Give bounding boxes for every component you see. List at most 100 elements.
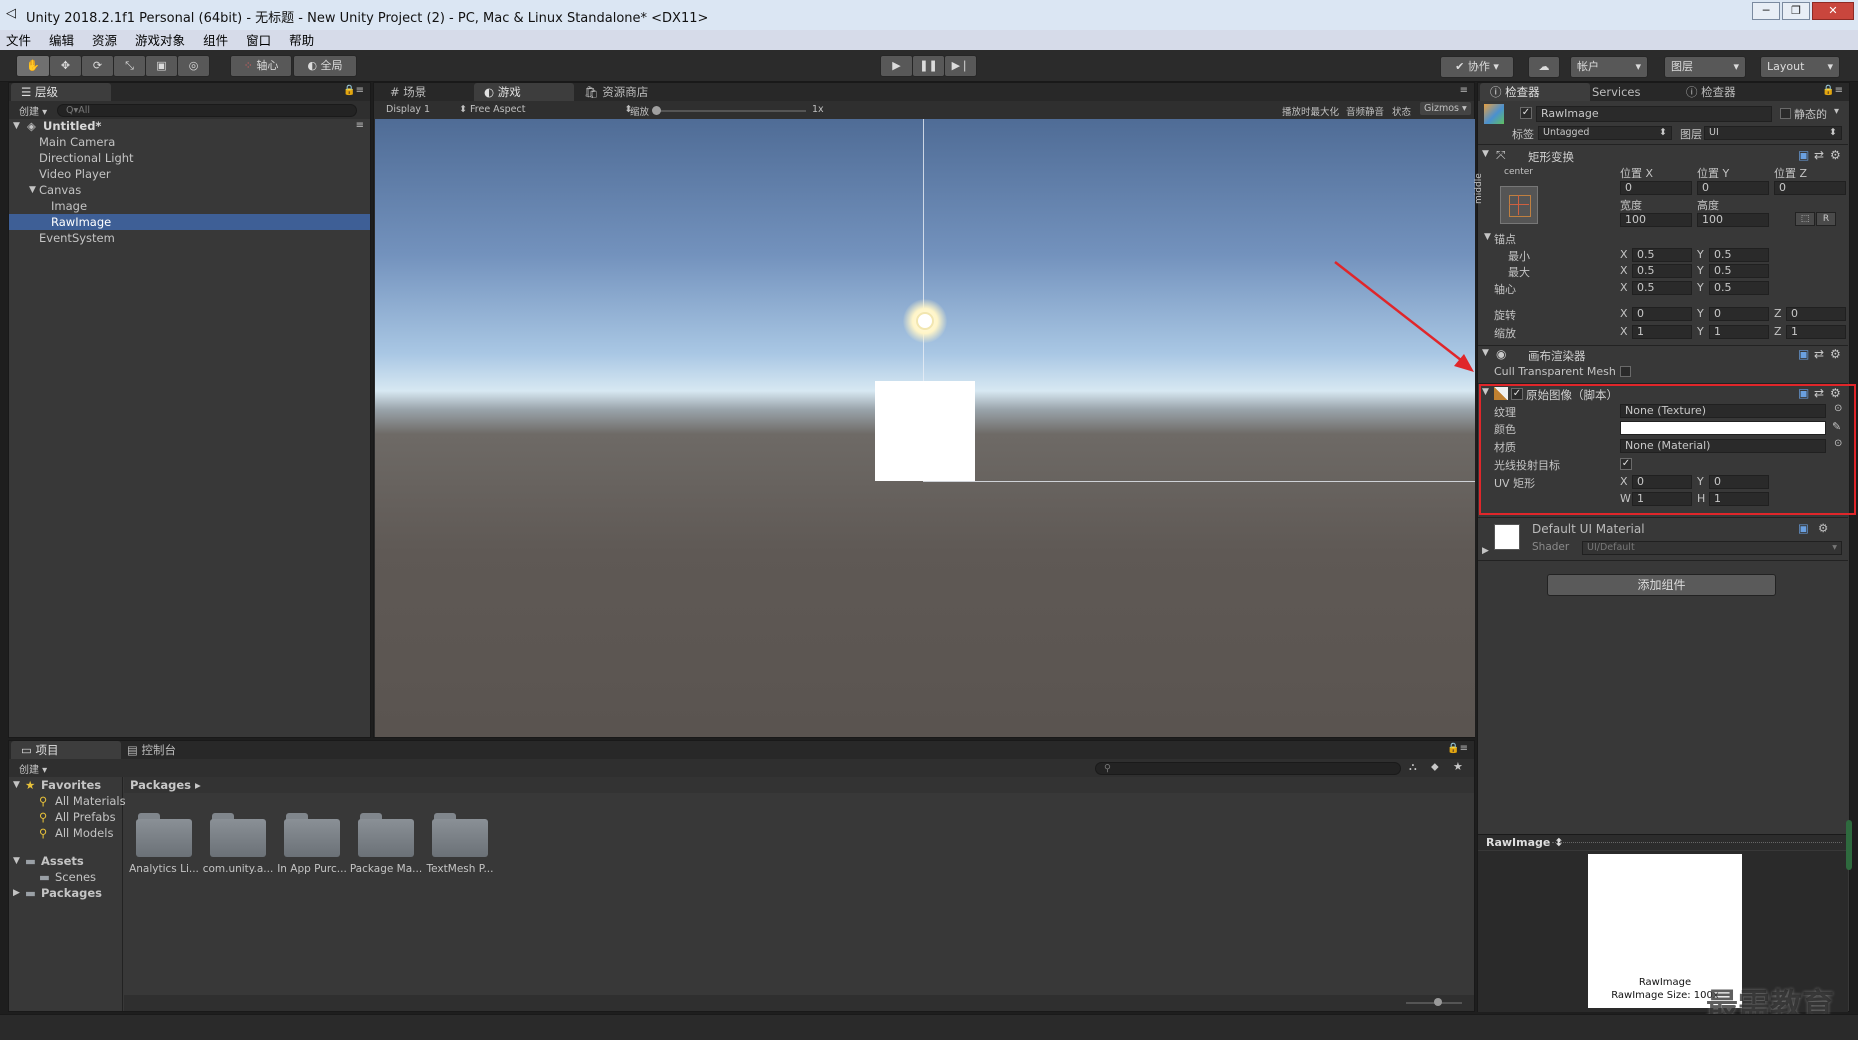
mute-audio-toggle[interactable]: 音频静音 [1346,104,1384,118]
raw-image-enabled-checkbox[interactable]: ✓ [1511,388,1523,400]
raycast-target-checkbox[interactable]: ✓ [1620,458,1632,470]
tab-project[interactable]: ▭ 项目 [11,741,121,759]
display-dropdown[interactable]: Display 1 ⬍ [386,104,467,115]
hierarchy-item[interactable]: RawImage [9,214,370,230]
menu-window[interactable]: 窗口 [237,30,280,49]
filter-type-icon[interactable]: ⛬ [1409,760,1417,774]
menu-gameobject[interactable]: 游戏对象 [126,30,194,49]
rect-transform-header[interactable]: ▼ ⤧ 矩形变换 ▣ ⇄ ⚙ [1478,147,1848,165]
collapse-arrow-icon[interactable]: ▼ [1482,387,1489,397]
tab-scene[interactable]: # 场景 [380,83,480,101]
eyedropper-icon[interactable]: ✎ [1832,420,1841,433]
hierarchy-item[interactable]: Image [9,198,370,214]
cloud-button[interactable]: ☁ [1528,56,1560,78]
collapse-arrow-icon[interactable]: ▼ [1484,232,1491,242]
project-search-input[interactable]: ⚲ [1095,762,1401,775]
shader-dropdown[interactable]: UI/Default ▾ [1582,541,1842,555]
pivot-toggle[interactable]: ⁘ 轴心 [230,55,292,77]
anchor-min-y-field[interactable]: 0.5 [1709,248,1769,262]
rotate-tool-button[interactable]: ⟳ [81,55,114,77]
scale-y-field[interactable]: 1 [1709,325,1769,339]
blueprint-mode-button[interactable]: ⬚ [1795,212,1815,226]
uv-w-field[interactable]: 1 [1632,492,1692,506]
preset-icon[interactable]: ⇄ [1814,347,1824,361]
tab-hierarchy[interactable]: ☰ 层级 [11,83,111,101]
help-book-icon[interactable]: ▣ [1798,521,1809,535]
gear-icon[interactable]: ⚙ [1830,347,1841,361]
color-swatch[interactable] [1620,421,1826,435]
pivot-y-field[interactable]: 0.5 [1709,281,1769,295]
rotation-x-field[interactable]: 0 [1632,307,1692,321]
width-field[interactable]: 100 [1620,213,1692,227]
raw-image-header[interactable]: ▼ ✓ 原始图像（脚本） ▣ ⇄ ⚙ [1478,385,1848,403]
hierarchy-search-input[interactable]: Q▾All [57,104,357,117]
create-dropdown[interactable]: 创建 ▾ [19,761,47,776]
anchor-max-x-field[interactable]: 0.5 [1632,264,1692,278]
expand-arrow-icon[interactable]: ▼ [29,182,36,198]
restore-button[interactable]: ❐ [1782,2,1810,20]
gear-icon[interactable]: ⚙ [1830,386,1841,400]
hierarchy-item[interactable]: Main Camera [9,134,370,150]
panel-menu-icon[interactable]: 🔒≡ [1447,743,1468,754]
move-tool-button[interactable]: ✥ [49,55,82,77]
scale-x-field[interactable]: 1 [1632,325,1692,339]
icon-size-slider-thumb[interactable] [1434,998,1442,1006]
raw-edit-button[interactable]: R [1816,212,1836,226]
expand-arrow-icon[interactable]: ▼ [13,777,20,793]
hand-tool-button[interactable]: ✋ [16,55,50,77]
transform-tool-button[interactable]: ◎ [177,55,210,77]
expand-arrow-icon[interactable]: ▶ [1482,546,1489,556]
object-name-field[interactable]: RawImage [1536,106,1772,122]
active-checkbox[interactable]: ✓ [1520,107,1532,119]
collab-dropdown[interactable]: ✔ 协作 ▾ [1440,56,1514,78]
layers-dropdown[interactable]: 图层 ▾ [1664,56,1746,78]
folder-icon[interactable] [210,813,266,857]
static-dropdown-arrow-icon[interactable]: ▾ [1834,106,1839,117]
anchor-max-y-field[interactable]: 0.5 [1709,264,1769,278]
aspect-dropdown[interactable]: Free Aspect ⬍ [470,104,632,115]
gizmos-dropdown[interactable]: Gizmos ▾ [1420,102,1471,115]
help-book-icon[interactable]: ▣ [1798,386,1809,400]
scale-slider-thumb[interactable] [652,106,661,115]
folder-icon[interactable] [358,813,414,857]
layout-dropdown[interactable]: Layout ▾ [1760,56,1840,78]
help-book-icon[interactable]: ▣ [1798,148,1809,162]
play-button[interactable]: ▶ [880,55,913,77]
pos-x-field[interactable]: 0 [1620,181,1692,195]
maximize-on-play-toggle[interactable]: 播放时最大化 [1282,104,1339,118]
folder-icon[interactable] [284,813,340,857]
object-picker-icon[interactable]: ⊙ [1834,438,1842,449]
gear-icon[interactable]: ⚙ [1818,521,1828,535]
filter-label-icon[interactable]: ⬥ [1431,760,1439,774]
pos-z-field[interactable]: 0 [1774,181,1846,195]
scene-menu-icon[interactable]: ≡ [356,118,364,134]
scale-slider[interactable] [652,106,806,115]
global-toggle[interactable]: ◐ 全局 [293,55,357,77]
menu-help[interactable]: 帮助 [280,30,323,49]
close-button[interactable]: ✕ [1812,2,1854,20]
menu-component[interactable]: 组件 [194,30,237,49]
tab-asset-store[interactable]: 🛍 资源商店 [574,83,694,101]
expand-arrow-icon[interactable]: ▼ [13,118,20,134]
minimize-button[interactable]: ─ [1752,2,1780,20]
pos-y-field[interactable]: 0 [1697,181,1769,195]
static-checkbox[interactable] [1780,108,1791,119]
resize-handle[interactable] [1846,820,1852,870]
scale-tool-button[interactable]: ⤡ [113,55,146,77]
anchor-preset-button[interactable] [1500,186,1538,224]
hierarchy-item[interactable]: ▼ Canvas [9,182,370,198]
game-viewport[interactable] [375,119,1475,737]
rotation-z-field[interactable]: 0 [1786,307,1846,321]
stats-toggle[interactable]: 状态 [1392,104,1411,118]
texture-field[interactable]: None (Texture) [1620,404,1826,418]
tag-dropdown[interactable]: Untagged ⬍ [1538,126,1672,140]
folder-icon[interactable] [432,813,488,857]
menu-assets[interactable]: 资源 [83,30,126,49]
tab-inspector-2[interactable]: ⓘ 检查器 [1676,83,1786,101]
hierarchy-item[interactable]: EventSystem [9,230,370,246]
hierarchy-item[interactable]: Directional Light [9,150,370,166]
pivot-x-field[interactable]: 0.5 [1632,281,1692,295]
account-dropdown[interactable]: 帐户 ▾ [1570,56,1648,78]
tab-game[interactable]: ◐ 游戏 [474,83,574,101]
panel-menu-icon[interactable]: ≡ [1460,85,1468,96]
